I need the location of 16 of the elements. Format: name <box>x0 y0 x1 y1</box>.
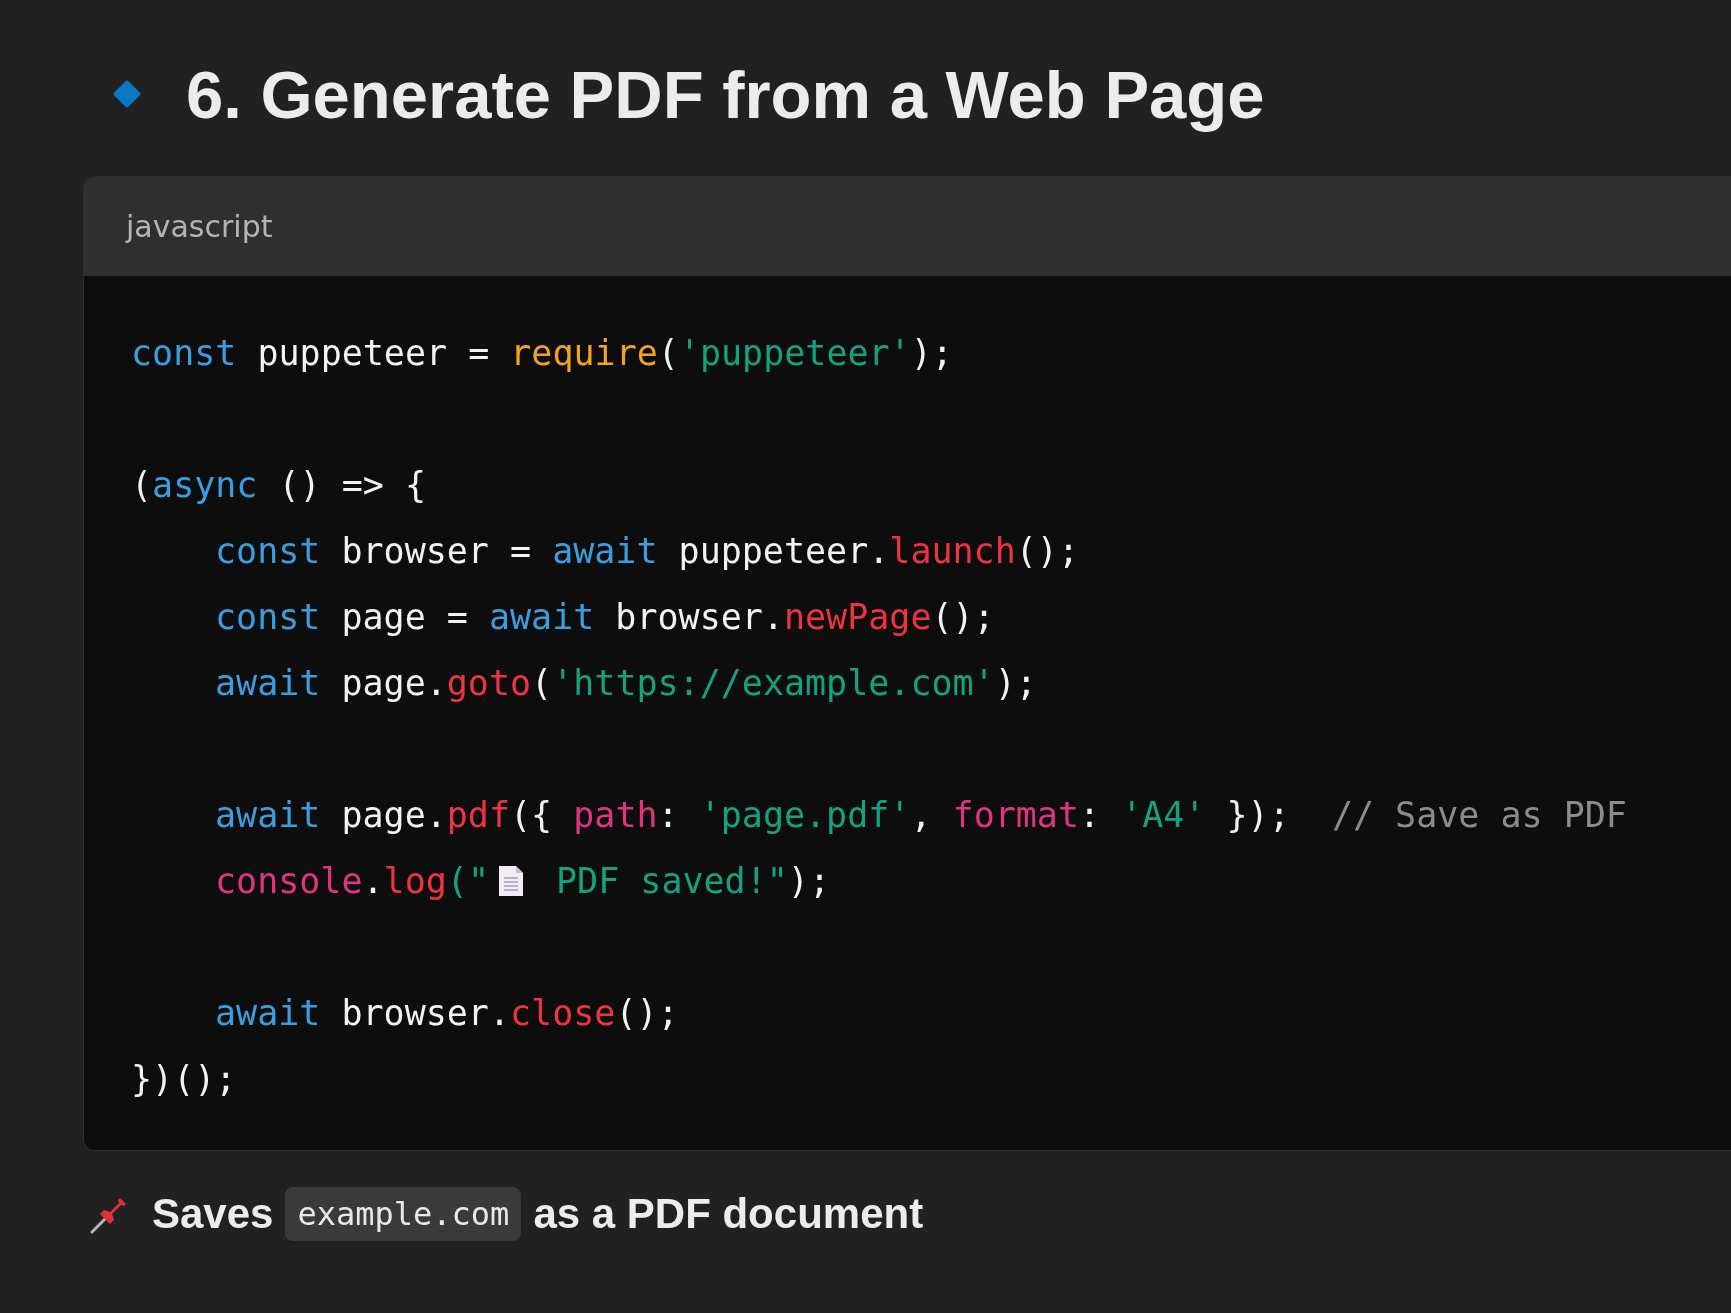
note-text: Saves <box>152 1190 274 1238</box>
code-text: const puppeteer = require('puppeteer'); <box>131 333 953 373</box>
note-text: as a PDF document <box>533 1190 924 1238</box>
code-text: await page.goto('https://example.com'); <box>215 663 1037 703</box>
code-text: const browser = await puppeteer.launch(); <box>215 531 1079 571</box>
code-text: console.log(" <box>215 861 489 901</box>
section-heading: 6. Generate PDF from a Web Page <box>186 55 1265 133</box>
inline-code: example.com <box>285 1187 522 1241</box>
document-icon <box>496 864 525 898</box>
code-text: await page.pdf({ path: 'page.pdf', format: 'A4' }); // Save as PDF <box>215 795 1627 835</box>
language-label: javascript <box>126 209 273 244</box>
code-text: PDF saved!"); <box>555 861 830 901</box>
code-text: (async () => { <box>131 465 426 505</box>
code-text: await browser.close(); <box>215 993 679 1033</box>
code-text: const page = await browser.newPage(); <box>215 597 995 637</box>
code-text: })(); <box>131 1059 237 1099</box>
